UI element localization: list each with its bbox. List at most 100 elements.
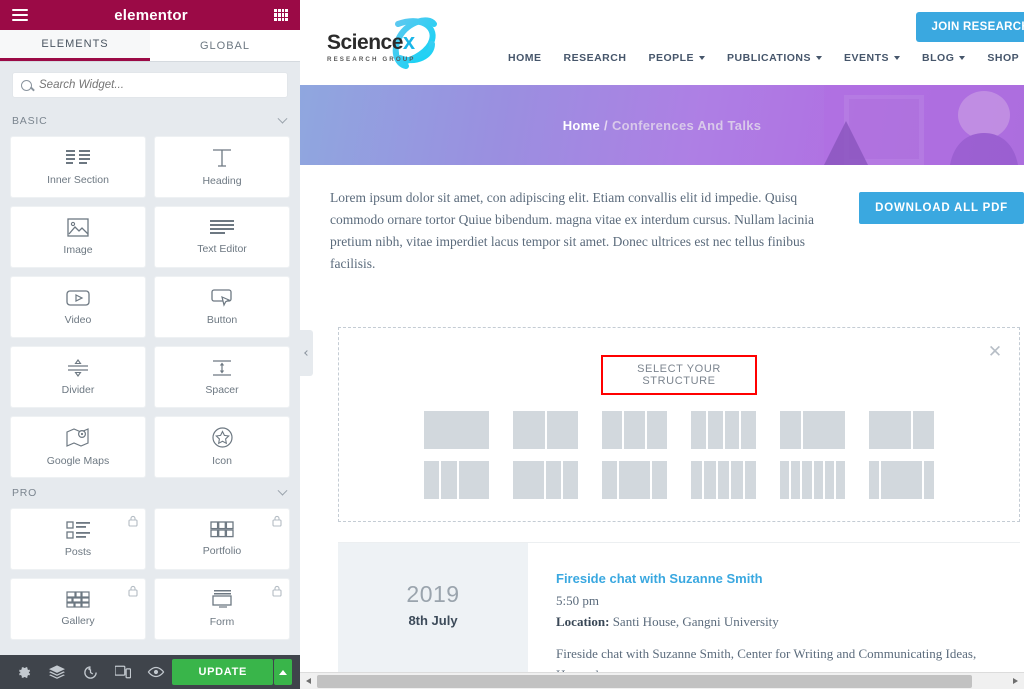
preset-four-columns[interactable] xyxy=(691,411,756,449)
download-all-pdf-button[interactable]: DOWNLOAD ALL PDF xyxy=(859,192,1024,224)
tab-global[interactable]: GLOBAL xyxy=(150,30,300,61)
nav-item-publications[interactable]: PUBLICATIONS xyxy=(727,52,822,64)
lock-icon xyxy=(272,585,282,597)
preset-one-third-two-thirds[interactable] xyxy=(780,411,845,449)
inner-section-icon xyxy=(66,149,90,167)
widget-text-editor[interactable]: Text Editor xyxy=(154,206,290,268)
event-year: 2019 xyxy=(338,581,528,608)
hamburger-icon[interactable] xyxy=(12,9,28,21)
preview-button[interactable] xyxy=(140,655,173,689)
widget-video[interactable]: Video xyxy=(10,276,146,338)
section-header-pro[interactable]: PRO xyxy=(0,478,300,508)
widget-label: Gallery xyxy=(61,615,94,627)
widget-image[interactable]: Image xyxy=(10,206,146,268)
settings-button[interactable] xyxy=(8,655,41,689)
section-header-basic[interactable]: BASIC xyxy=(0,106,300,136)
widget-form[interactable]: Form xyxy=(154,578,290,640)
image-icon xyxy=(67,218,89,237)
caret-up-icon xyxy=(279,670,287,675)
widget-divider[interactable]: Divider xyxy=(10,346,146,408)
scrollbar-track[interactable] xyxy=(317,673,1007,689)
search-widget-wrap xyxy=(0,62,300,106)
panel-header: elementor xyxy=(0,0,300,30)
preset-two-thirds-one-third[interactable] xyxy=(869,411,934,449)
nav-item-home[interactable]: HOME xyxy=(508,52,542,64)
portfolio-icon xyxy=(210,521,234,538)
breadcrumb-home[interactable]: Home xyxy=(563,118,600,133)
nav-item-shop[interactable]: SHOP xyxy=(987,52,1024,64)
event-card: 2019 8th July Fireside chat with Suzanne… xyxy=(338,542,1020,685)
select-structure-title: SELECT YOUR STRUCTURE xyxy=(601,355,757,395)
widget-grid-basic: Inner Section Heading Image xyxy=(0,136,300,478)
divider-icon xyxy=(66,359,90,377)
nav-item-research[interactable]: RESEARCH xyxy=(564,52,627,64)
breadcrumb-current: Conferences And Talks xyxy=(612,118,761,133)
search-input[interactable] xyxy=(39,79,279,91)
scrollbar-thumb[interactable] xyxy=(317,675,972,688)
widget-inner-section[interactable]: Inner Section xyxy=(10,136,146,198)
preset-five-columns[interactable] xyxy=(691,461,756,499)
event-day: 8th July xyxy=(338,613,528,628)
event-details: Fireside chat with Suzanne Smith 5:50 pm… xyxy=(528,543,1020,685)
chevron-down-icon xyxy=(278,485,288,495)
nav-item-blog[interactable]: BLOG xyxy=(922,52,965,64)
panel-footer: UPDATE xyxy=(0,655,300,689)
chevron-down-icon xyxy=(278,113,288,123)
widget-icon[interactable]: Icon xyxy=(154,416,290,478)
breadcrumb: Home/Conferences And Talks xyxy=(563,118,762,133)
join-research-button[interactable]: JOIN RESEARCH xyxy=(916,12,1024,42)
scroll-left-button[interactable] xyxy=(300,673,317,689)
tab-elements[interactable]: ELEMENTS xyxy=(0,30,150,61)
site-preview: Sciencex RESEARCH GROUP HOME RESEARCH PE… xyxy=(300,0,1024,689)
close-icon[interactable]: ✕ xyxy=(987,344,1003,360)
grid-apps-icon[interactable] xyxy=(274,9,288,21)
logo-wordmark: Sciencex xyxy=(327,29,416,55)
history-button[interactable] xyxy=(74,655,107,689)
widget-heading[interactable]: Heading xyxy=(154,136,290,198)
update-options-button[interactable] xyxy=(274,659,292,685)
nav-item-events[interactable]: EVENTS xyxy=(844,52,900,64)
chevron-down-icon xyxy=(959,56,965,60)
widget-google-maps[interactable]: Google Maps xyxy=(10,416,146,478)
event-location-value: Santi House, Gangni University xyxy=(613,614,779,629)
horizontal-scrollbar[interactable] xyxy=(300,672,1024,689)
site-logo[interactable]: Sciencex RESEARCH GROUP xyxy=(322,12,472,70)
panel-collapse-handle[interactable] xyxy=(300,330,313,376)
responsive-mode-button[interactable] xyxy=(107,655,140,689)
preset-sixth-two-thirds-sixth[interactable] xyxy=(869,461,934,499)
elementor-panel: elementor ELEMENTS GLOBAL BASIC xyxy=(0,0,300,689)
preset-two-columns[interactable] xyxy=(513,411,578,449)
event-location-label: Location: xyxy=(556,614,609,629)
chevron-down-icon xyxy=(816,56,822,60)
structure-preset-row xyxy=(424,411,934,449)
button-icon xyxy=(210,289,234,307)
preset-six-columns[interactable] xyxy=(780,461,845,499)
widget-button[interactable]: Button xyxy=(154,276,290,338)
widget-label: Form xyxy=(210,616,235,628)
event-location: Location: Santi House, Gangni University xyxy=(556,614,1000,630)
chevron-down-icon xyxy=(699,56,705,60)
lock-icon xyxy=(272,515,282,527)
preset-quarter-half-quarter[interactable] xyxy=(602,461,667,499)
widget-gallery[interactable]: Gallery xyxy=(10,578,146,640)
event-title-link[interactable]: Fireside chat with Suzanne Smith xyxy=(556,571,1000,586)
posts-icon xyxy=(66,521,90,539)
widget-label: Icon xyxy=(212,455,232,467)
widget-posts[interactable]: Posts xyxy=(10,508,146,570)
triangle-right-icon xyxy=(1013,678,1018,684)
google-maps-icon xyxy=(66,428,90,448)
search-box[interactable] xyxy=(12,72,288,98)
nav-item-people[interactable]: PEOPLE xyxy=(648,52,705,64)
update-button[interactable]: UPDATE xyxy=(172,659,273,685)
preset-three-columns[interactable] xyxy=(602,411,667,449)
widget-label: Posts xyxy=(65,546,91,558)
form-icon xyxy=(210,590,234,609)
preset-one-column[interactable] xyxy=(424,411,489,449)
scroll-right-button[interactable] xyxy=(1007,673,1024,689)
widget-portfolio[interactable]: Portfolio xyxy=(154,508,290,570)
navigator-button[interactable] xyxy=(41,655,74,689)
widget-spacer[interactable]: Spacer xyxy=(154,346,290,408)
widget-grid-pro: Posts Portfolio xyxy=(0,508,300,640)
preset-quarter-quarter-half[interactable] xyxy=(424,461,489,499)
preset-half-quarter-quarter[interactable] xyxy=(513,461,578,499)
